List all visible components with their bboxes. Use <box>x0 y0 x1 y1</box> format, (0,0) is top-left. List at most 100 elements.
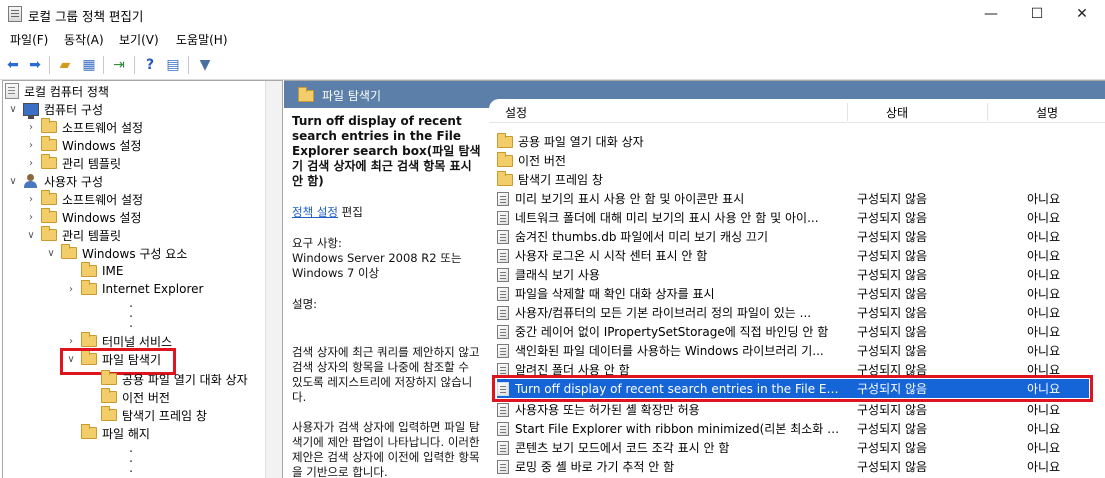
policy-setting-icon <box>497 421 509 436</box>
list-header: 설정 상태 설명 <box>489 99 1105 123</box>
toolbar-separator <box>49 56 50 74</box>
column-divider[interactable] <box>847 103 848 121</box>
tree-scrollbar[interactable] <box>265 81 282 478</box>
chevron-down-icon[interactable]: ∨ <box>45 248 57 259</box>
tree-node-label: Internet Explorer <box>102 282 204 296</box>
tree-node-label: 소프트웨어 설정 <box>62 120 144 135</box>
policy-setting-icon <box>497 440 509 455</box>
column-divider[interactable] <box>987 103 988 121</box>
tree-node-prev-version[interactable]: 이전 버전 <box>101 388 170 406</box>
menu-file[interactable]: 파일(F) <box>10 31 48 48</box>
toolbar-separator <box>134 56 135 74</box>
folder-icon <box>81 332 97 347</box>
column-header-comment[interactable]: 설명 <box>1036 104 1058 121</box>
tree-node-label: 탐색기 프레임 창 <box>122 408 207 423</box>
tree-node-label: 이전 버전 <box>122 390 170 405</box>
tree-node-uc-windows[interactable]: › Windows 설정 <box>25 208 141 226</box>
list-item[interactable]: 사용자용 또는 허가된 셸 확장만 허용 구성되지 않음 아니요 <box>497 400 1089 419</box>
tree-node-label: 관리 템플릿 <box>62 156 122 171</box>
tree-node-uc-software[interactable]: › 소프트웨어 설정 <box>25 190 143 208</box>
list-item[interactable]: 미리 보기의 표시 사용 안 함 및 아이콘만 표시 구성되지 않음 아니요 <box>497 189 1089 208</box>
tree-node-explorer-frame[interactable]: 탐색기 프레임 창 <box>101 406 207 424</box>
folder-icon <box>41 226 57 241</box>
chevron-right-icon[interactable]: › <box>65 336 77 347</box>
chevron-right-icon[interactable]: › <box>25 122 37 133</box>
list-item[interactable]: 사용자/컴퓨터의 모든 기본 라이브러리 정의 파일이 있는 ... 구성되지 않… <box>497 303 1089 322</box>
chevron-down-icon[interactable]: ∨ <box>25 230 37 241</box>
policy-setting-icon <box>497 267 509 282</box>
chevron-right-icon[interactable]: › <box>25 140 37 151</box>
description-label: 설명: <box>292 297 318 311</box>
tree-node-cc-admin[interactable]: › 관리 템플릿 <box>25 154 121 172</box>
details-header-title: 파일 탐색기 <box>322 89 382 103</box>
policy-setting-icon <box>497 286 509 301</box>
list-item[interactable]: Start File Explorer with ribbon minimize… <box>497 419 1089 438</box>
computer-icon <box>23 102 39 119</box>
tree-node-computer-config[interactable]: ∨ 컴퓨터 구성 <box>7 100 103 119</box>
back-icon[interactable]: ⬅ <box>4 56 22 74</box>
policy-setting-icon <box>497 191 509 206</box>
help-icon[interactable]: ? <box>141 56 159 74</box>
list-item[interactable]: 콘텐츠 보기 모드에서 코드 조각 표시 안 함 구성되지 않음 아니요 <box>497 438 1089 457</box>
tree-node-cc-windows[interactable]: › Windows 설정 <box>25 136 141 154</box>
menu-help[interactable]: 도움말(H) <box>176 31 228 48</box>
tree-node-root[interactable]: 로컬 컴퓨터 정책 <box>5 82 109 100</box>
filter-icon[interactable]: ▼ <box>196 56 214 74</box>
tree-node-cc-software[interactable]: › 소프트웨어 설정 <box>25 118 143 136</box>
forward-icon[interactable]: ➡ <box>26 56 44 74</box>
tree-node-ie[interactable]: › Internet Explorer <box>65 280 203 298</box>
description-paragraph-1: 검색 상자에 최근 쿼리를 제안하지 않고 검색 상자의 항목을 나중에 참조할… <box>292 345 480 404</box>
details-pane: 파일 탐색기 Turn off display of recent search… <box>284 80 1105 478</box>
chevron-right-icon[interactable]: › <box>65 284 77 295</box>
chevron-right-icon[interactable]: › <box>25 158 37 169</box>
tree-node-file-release[interactable]: 파일 해지 <box>81 424 150 442</box>
settings-list: 설정 상태 설명 공용 파일 열기 대화 상자 이전 버전 탐색기 프레임 창 … <box>489 99 1105 478</box>
folder-icon <box>101 388 117 403</box>
folder-icon <box>298 87 314 102</box>
chevron-down-icon[interactable]: ∨ <box>7 104 19 115</box>
list-item[interactable]: 중간 레이어 없이 IPropertySetStorage에 직접 바인딩 안 … <box>497 322 1089 341</box>
chevron-down-icon[interactable]: ∨ <box>7 176 19 187</box>
app-icon <box>8 6 22 22</box>
maximize-icon[interactable]: ☐ <box>1014 0 1060 28</box>
close-icon[interactable]: ✕ <box>1059 0 1105 28</box>
tree-node-uc-admin[interactable]: ∨ 관리 템플릿 <box>25 226 121 244</box>
minimize-icon[interactable]: — <box>968 0 1014 28</box>
list-item[interactable]: 숨겨진 thumbs.db 파일에서 미리 보기 캐싱 끄기 구성되지 않음 아니요 <box>497 227 1089 246</box>
menu-view[interactable]: 보기(V) <box>119 31 159 48</box>
list-item[interactable]: 사용자 로그온 시 시작 센터 표시 안 함 구성되지 않음 아니요 <box>497 246 1089 265</box>
tree-node-ime[interactable]: IME <box>81 262 123 280</box>
menu-action[interactable]: 동작(A) <box>64 31 104 48</box>
folder-icon <box>81 424 97 439</box>
list-item[interactable]: 로밍 중 셸 바로 가기 추적 안 함 구성되지 않음 아니요 <box>497 457 1089 476</box>
up-folder-icon[interactable]: ▰ <box>56 56 74 74</box>
show-hide-tree-icon[interactable]: ▦ <box>80 56 98 74</box>
tree-node-win-components[interactable]: ∨ Windows 구성 요소 <box>45 244 187 262</box>
column-header-setting[interactable]: 설정 <box>505 104 527 121</box>
policy-setting-icon <box>497 210 509 225</box>
user-icon <box>23 173 39 189</box>
properties-icon[interactable]: ▤ <box>164 56 182 74</box>
list-folder-row[interactable]: 탐색기 프레임 창 <box>497 170 1089 189</box>
policy-setting-icon <box>497 324 509 339</box>
policy-setting-icon <box>497 402 509 417</box>
folder-icon <box>81 280 97 295</box>
list-folder-row[interactable]: 공용 파일 열기 대화 상자 <box>497 132 1089 151</box>
tree-node-common-open[interactable]: 공용 파일 열기 대화 상자 <box>101 370 248 388</box>
list-item[interactable]: 네트워크 폴더에 대해 미리 보기의 표시 사용 안 함 및 아이... 구성되지… <box>497 208 1089 227</box>
edit-policy-link[interactable]: 정책 설정 <box>292 205 338 219</box>
list-item[interactable]: 파일을 삭제할 때 확인 대화 상자를 표시 구성되지 않음 아니요 <box>497 284 1089 303</box>
folder-icon <box>101 370 117 385</box>
list-item[interactable]: 클래식 보기 사용 구성되지 않음 아니요 <box>497 265 1089 284</box>
tree-node-label: 공용 파일 열기 대화 상자 <box>122 372 248 387</box>
list-item[interactable]: 색인화된 파일 데이터를 사용하는 Windows 라이브러리 기... 구성되지… <box>497 341 1089 360</box>
requirements-label: 요구 사항: <box>292 236 342 250</box>
list-folder-row[interactable]: 이전 버전 <box>497 151 1089 170</box>
toolbar-separator <box>103 56 104 74</box>
column-header-state[interactable]: 상태 <box>886 104 908 121</box>
export-list-icon[interactable]: ⇥ <box>110 56 128 74</box>
chevron-right-icon[interactable]: › <box>25 194 37 205</box>
tree-node-user-config[interactable]: ∨ 사용자 구성 <box>7 172 103 190</box>
policy-setting-icon <box>497 229 509 244</box>
chevron-right-icon[interactable]: › <box>25 212 37 223</box>
